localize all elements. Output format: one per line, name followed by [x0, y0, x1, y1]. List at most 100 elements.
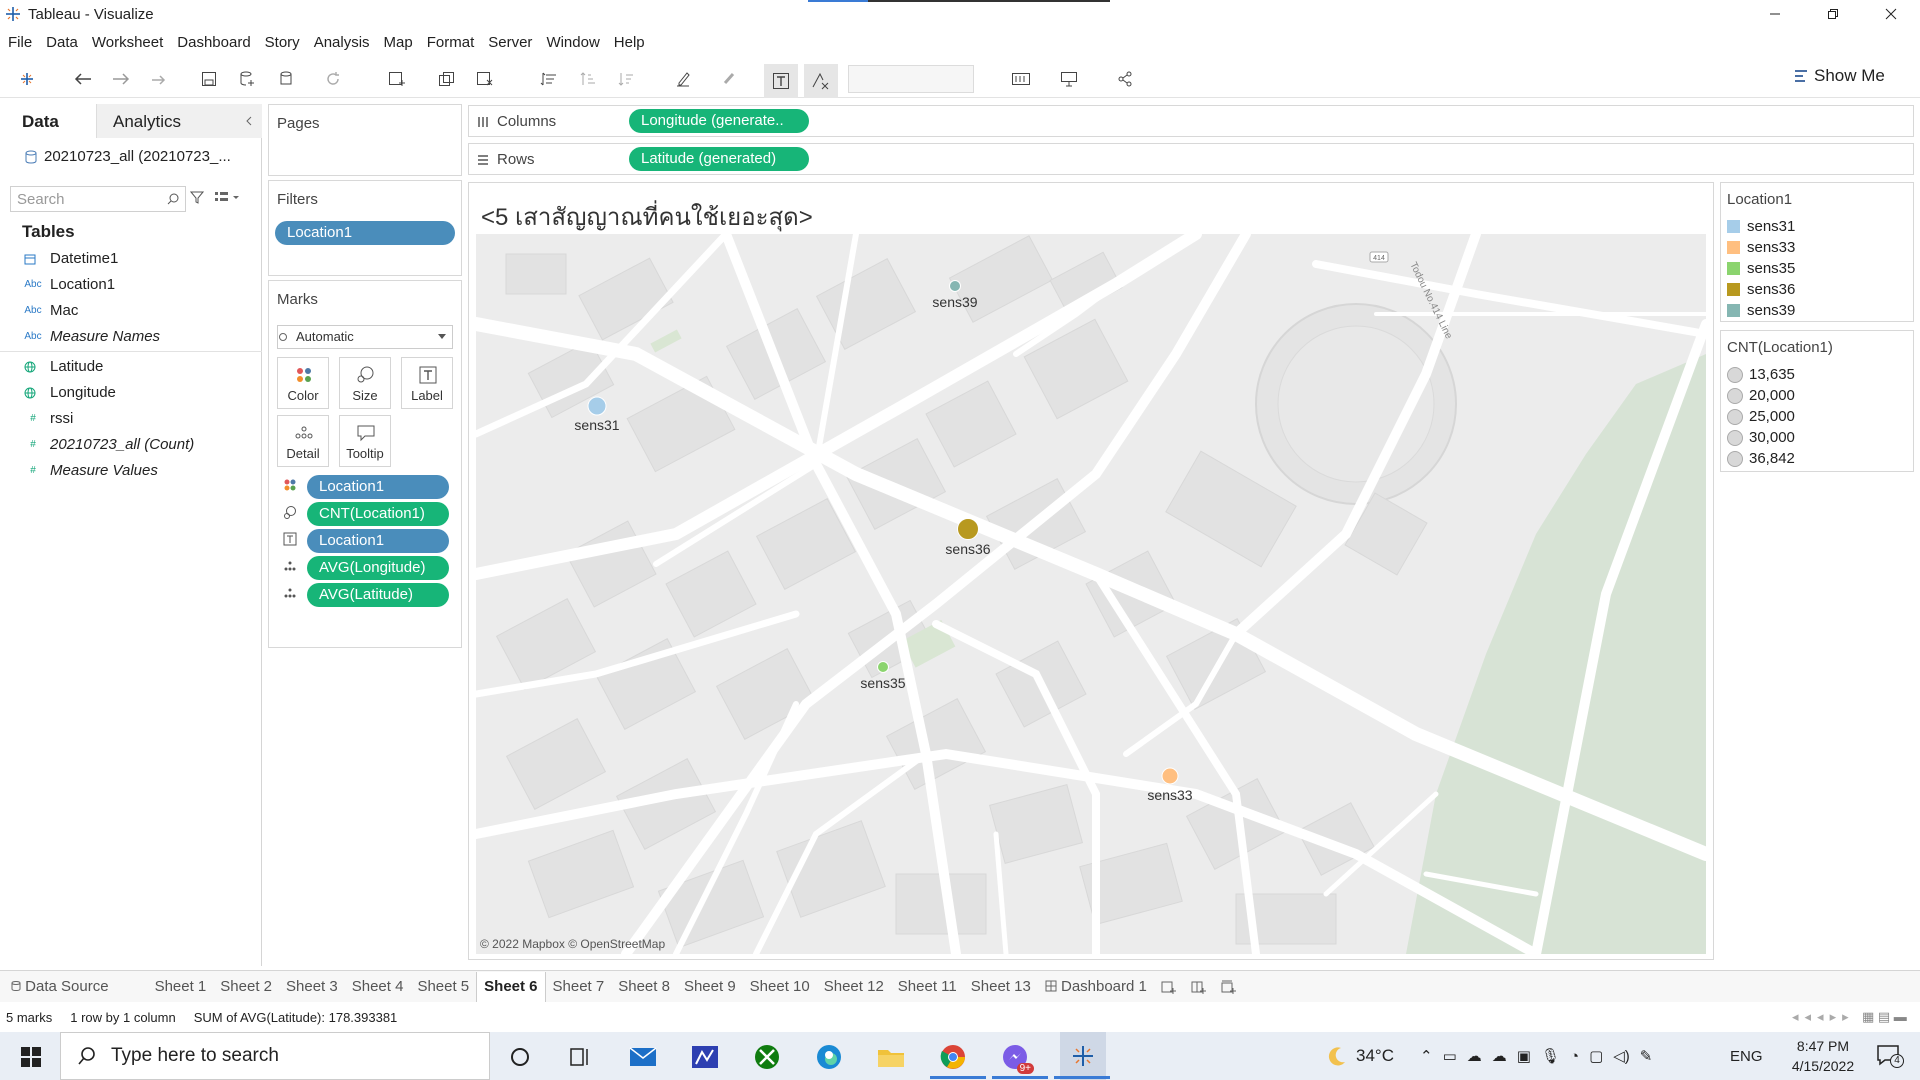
sheet-navigation-arrows[interactable]: ◂◂◂▸▸ [1792, 1009, 1855, 1025]
task-view-icon[interactable] [563, 1040, 597, 1074]
color-button[interactable]: Color [277, 357, 329, 409]
minimize-button[interactable] [1746, 0, 1804, 28]
battery-icon[interactable]: ▭ [1443, 1047, 1457, 1065]
clear-sheet-icon[interactable] [474, 68, 496, 90]
view-mode-icons[interactable]: ▦ ▤ ▬ [1862, 1009, 1907, 1025]
pages-card[interactable]: Pages [268, 104, 462, 176]
datasource-item[interactable]: 20210723_all (20210723_... [24, 148, 231, 165]
meet-now-icon[interactable]: ▣ [1517, 1047, 1531, 1065]
windows-start-icon[interactable] [14, 1040, 48, 1074]
tab-sheet-12[interactable]: Sheet 12 [817, 978, 891, 995]
legend-item-sens36[interactable]: sens36 [1721, 279, 1913, 300]
fix-axes-icon[interactable] [804, 64, 838, 98]
clock[interactable]: 8:47 PM 4/15/2022 [1778, 1036, 1868, 1076]
menu-map[interactable]: Map [384, 34, 413, 51]
display-icon[interactable]: ▢ [1589, 1047, 1603, 1065]
tab-sheet-10[interactable]: Sheet 10 [743, 978, 817, 995]
sort-descending-icon[interactable] [616, 68, 638, 90]
field-count[interactable]: # 20210723_all (Count) [24, 436, 194, 453]
mark-sens36[interactable] [957, 518, 979, 540]
refresh-icon[interactable] [322, 68, 344, 90]
tab-analytics[interactable]: Analytics [96, 104, 262, 138]
taskbar-search-input[interactable]: Type here to search [60, 1032, 490, 1080]
menu-data[interactable]: Data [46, 34, 78, 51]
mark-sens33[interactable] [1161, 767, 1179, 785]
xbox-app-icon[interactable] [750, 1040, 784, 1074]
field-mac[interactable]: Abc Mac [24, 302, 78, 319]
field-location1[interactable]: Abc Location1 [24, 276, 115, 293]
file-explorer-icon[interactable] [874, 1040, 908, 1074]
messenger-app-icon[interactable]: 9+ [998, 1040, 1034, 1074]
tab-sheet-1[interactable]: Sheet 1 [148, 978, 214, 995]
pen-icon[interactable]: ✎ [1640, 1047, 1653, 1065]
rows-pill-latitude[interactable]: Latitude (generated) [629, 147, 809, 171]
share-icon[interactable] [1114, 68, 1136, 90]
field-datetime1[interactable]: Datetime1 [24, 250, 118, 267]
volume-icon[interactable]: ◁) [1613, 1047, 1630, 1065]
tab-sheet-13[interactable]: Sheet 13 [964, 978, 1038, 995]
undo-icon[interactable] [72, 68, 94, 90]
tab-data-source[interactable]: Data Source [4, 978, 116, 995]
menu-analysis[interactable]: Analysis [314, 34, 370, 51]
sort-ascending-icon[interactable] [578, 68, 600, 90]
mark-type-dropdown[interactable]: Automatic [277, 325, 453, 349]
redo-icon[interactable] [110, 68, 132, 90]
marks-pill-location1-label[interactable]: Location1 [307, 529, 449, 553]
mark-sens39[interactable] [949, 280, 961, 292]
marks-pill-avg-longitude[interactable]: AVG(Longitude) [307, 556, 449, 580]
tab-sheet-2[interactable]: Sheet 2 [213, 978, 279, 995]
marks-pill-avg-latitude[interactable]: AVG(Latitude) [307, 583, 449, 607]
tab-sheet-7[interactable]: Sheet 7 [546, 978, 612, 995]
onedrive-icon[interactable]: ☁ [1467, 1047, 1482, 1065]
legend-item-sens31[interactable]: sens31 [1721, 216, 1913, 237]
tab-sheet-6[interactable]: Sheet 6 [476, 971, 546, 1002]
collapse-pane-icon[interactable] [244, 116, 254, 126]
menu-worksheet[interactable]: Worksheet [92, 34, 163, 51]
field-measure-names[interactable]: Abc Measure Names [24, 328, 160, 345]
close-window-button[interactable] [1862, 0, 1920, 28]
marks-pill-cnt-location1[interactable]: CNT(Location1) [307, 502, 449, 526]
color-legend[interactable]: Location1 sens31 sens33 sens35 sens36 se… [1720, 182, 1914, 322]
show-me-button[interactable]: Show Me [1794, 66, 1885, 86]
highlight-icon[interactable] [672, 68, 694, 90]
menu-file[interactable]: File [8, 34, 32, 51]
size-legend[interactable]: CNT(Location1) 13,635 20,000 25,000 30,0… [1720, 330, 1914, 472]
sheet-title[interactable]: <5 เสาสัญญาณที่คนใช้เยอะสุด> [481, 197, 813, 236]
detail-button[interactable]: Detail [277, 415, 329, 467]
map-view[interactable]: 414 Todou No.414 Line © 2022 Mapbox © Op… [476, 234, 1706, 954]
presentation-mode-icon[interactable] [1058, 68, 1080, 90]
tab-sheet-5[interactable]: Sheet 5 [410, 978, 476, 995]
menu-dashboard[interactable]: Dashboard [177, 34, 250, 51]
mark-sens31[interactable] [587, 396, 607, 416]
columns-pill-longitude[interactable]: Longitude (generate.. [629, 109, 809, 133]
size-button[interactable]: Size [339, 357, 391, 409]
whiteboard-app-icon[interactable] [688, 1040, 722, 1074]
tab-sheet-8[interactable]: Sheet 8 [611, 978, 677, 995]
fit-dropdown[interactable] [848, 65, 974, 93]
cloud-icon[interactable]: ☁ [1492, 1047, 1507, 1065]
tab-sheet-9[interactable]: Sheet 9 [677, 978, 743, 995]
duplicate-sheet-icon[interactable] [436, 68, 458, 90]
microphone-icon[interactable]: 🎙 [1541, 1047, 1560, 1065]
legend-item-sens33[interactable]: sens33 [1721, 237, 1913, 258]
field-latitude[interactable]: Latitude [24, 358, 103, 375]
restore-button[interactable] [1804, 0, 1862, 28]
new-datasource-icon[interactable] [236, 68, 258, 90]
pause-updates-icon[interactable] [276, 68, 298, 90]
weather-widget[interactable]: 34°C [1326, 1032, 1394, 1080]
mail-app-icon[interactable] [626, 1040, 660, 1074]
new-dashboard-tab-icon[interactable] [1184, 979, 1214, 995]
new-story-tab-icon[interactable] [1214, 979, 1244, 995]
label-button[interactable]: Label [401, 357, 453, 409]
notification-center-icon[interactable]: 4 [1876, 1044, 1904, 1068]
legend-item-sens39[interactable]: sens39 [1721, 300, 1913, 321]
field-rssi[interactable]: # rssi [24, 410, 73, 427]
tab-data[interactable]: Data [0, 104, 96, 138]
view-options-icon[interactable] [214, 190, 240, 204]
save-icon[interactable] [198, 68, 220, 90]
marks-pill-location1-color[interactable]: Location1 [307, 475, 449, 499]
field-measure-values[interactable]: # Measure Values [24, 462, 158, 479]
menu-help[interactable]: Help [614, 34, 645, 51]
cortana-icon[interactable] [503, 1040, 537, 1074]
tab-dashboard-1[interactable]: Dashboard 1 [1038, 978, 1154, 995]
